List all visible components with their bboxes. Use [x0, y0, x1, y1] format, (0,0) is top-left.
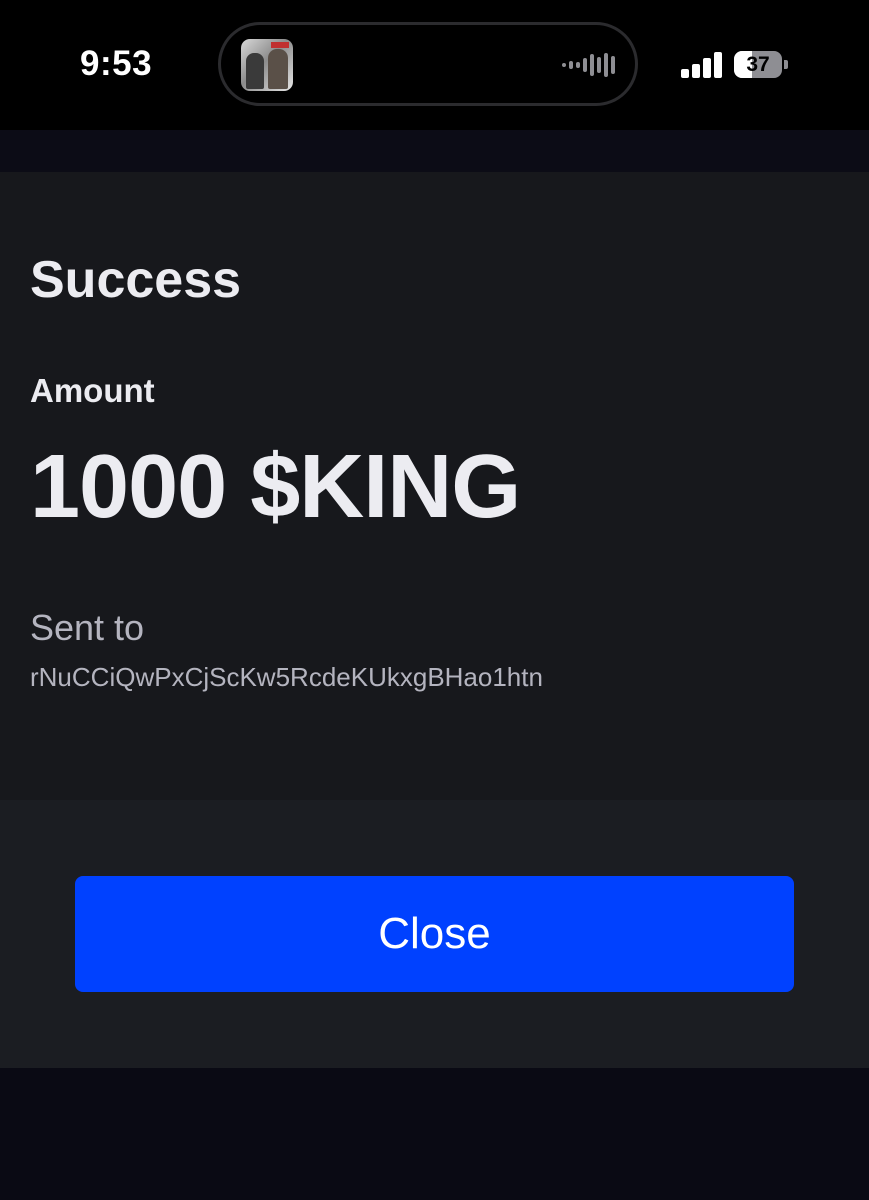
sent-to-label: Sent to [30, 607, 145, 648]
waveform-bar [576, 62, 580, 68]
battery-level: 37 [746, 53, 770, 76]
waveform-bar [569, 61, 573, 69]
modal-body: Success Amount 1000 $KING Sent to rNuCCi… [0, 172, 869, 800]
waveform-bar [604, 53, 608, 77]
recipient-address: rNuCCiQwPxCjScKw5RcdeKUkxgBHao1htn [30, 662, 543, 692]
dynamic-island[interactable] [218, 22, 638, 106]
waveform-bar [590, 54, 594, 76]
app-background [0, 1068, 869, 1200]
modal-footer: Close [0, 800, 869, 1068]
status-bar: 9:53 37 [0, 0, 869, 130]
success-modal: Success Amount 1000 $KING Sent to rNuCCi… [0, 172, 869, 1068]
app-header-background [0, 130, 869, 172]
battery-icon: 37 [734, 51, 788, 78]
waveform-bar [583, 58, 587, 72]
waveform-bar [611, 56, 615, 74]
album-art-icon[interactable] [241, 39, 293, 91]
modal-title: Success [30, 251, 242, 309]
cellular-signal-icon [681, 52, 723, 78]
waveform-icon [562, 51, 615, 79]
waveform-bar [597, 57, 601, 73]
close-button[interactable]: Close [75, 876, 794, 992]
amount-value: 1000 $KING [30, 437, 521, 537]
waveform-bar [562, 63, 566, 67]
status-time: 9:53 [80, 44, 153, 83]
amount-label: Amount [30, 372, 155, 409]
